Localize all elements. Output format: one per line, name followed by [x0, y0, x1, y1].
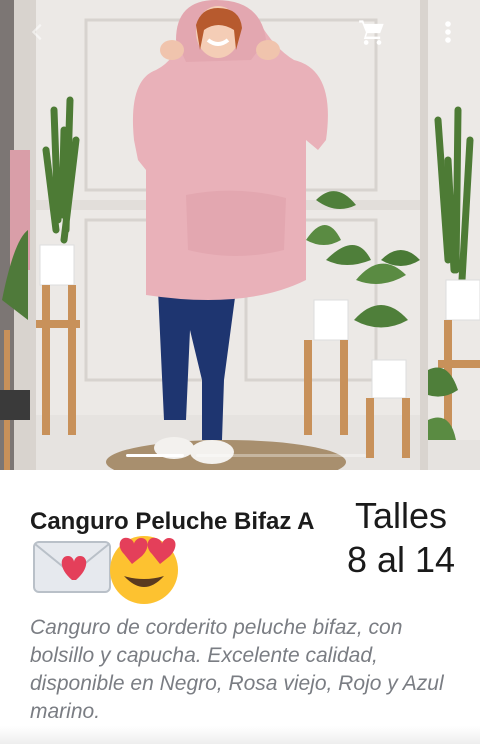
sizes-label-line1: Talles	[354, 495, 448, 536]
product-image-carousel[interactable]	[0, 0, 480, 470]
cart-button[interactable]	[356, 16, 388, 48]
more-vert-icon	[445, 21, 451, 43]
previous-slide-image[interactable]	[0, 0, 30, 470]
love-letter-emoji-icon	[33, 536, 178, 604]
carousel-indicator-active	[126, 454, 184, 457]
sizes-label: Talles 8 al 14	[336, 494, 466, 582]
sizes-label-line2: 8 al 14	[346, 539, 456, 580]
emoji-sticker-group	[32, 532, 182, 608]
cart-icon	[359, 20, 384, 45]
carousel-indicator-track	[196, 454, 366, 457]
chevron-left-icon	[31, 23, 42, 41]
more-options-button[interactable]	[432, 16, 464, 48]
next-slide-image[interactable]	[428, 0, 480, 470]
main-product-image[interactable]	[36, 0, 420, 470]
back-button[interactable]	[22, 16, 54, 48]
bottom-edge-shadow	[0, 726, 480, 744]
product-info-panel: Canguro Peluche Bifaz A Talles 8 al 14 C…	[0, 470, 480, 744]
product-description: Canguro de corderito peluche bifaz, con …	[30, 616, 444, 723]
